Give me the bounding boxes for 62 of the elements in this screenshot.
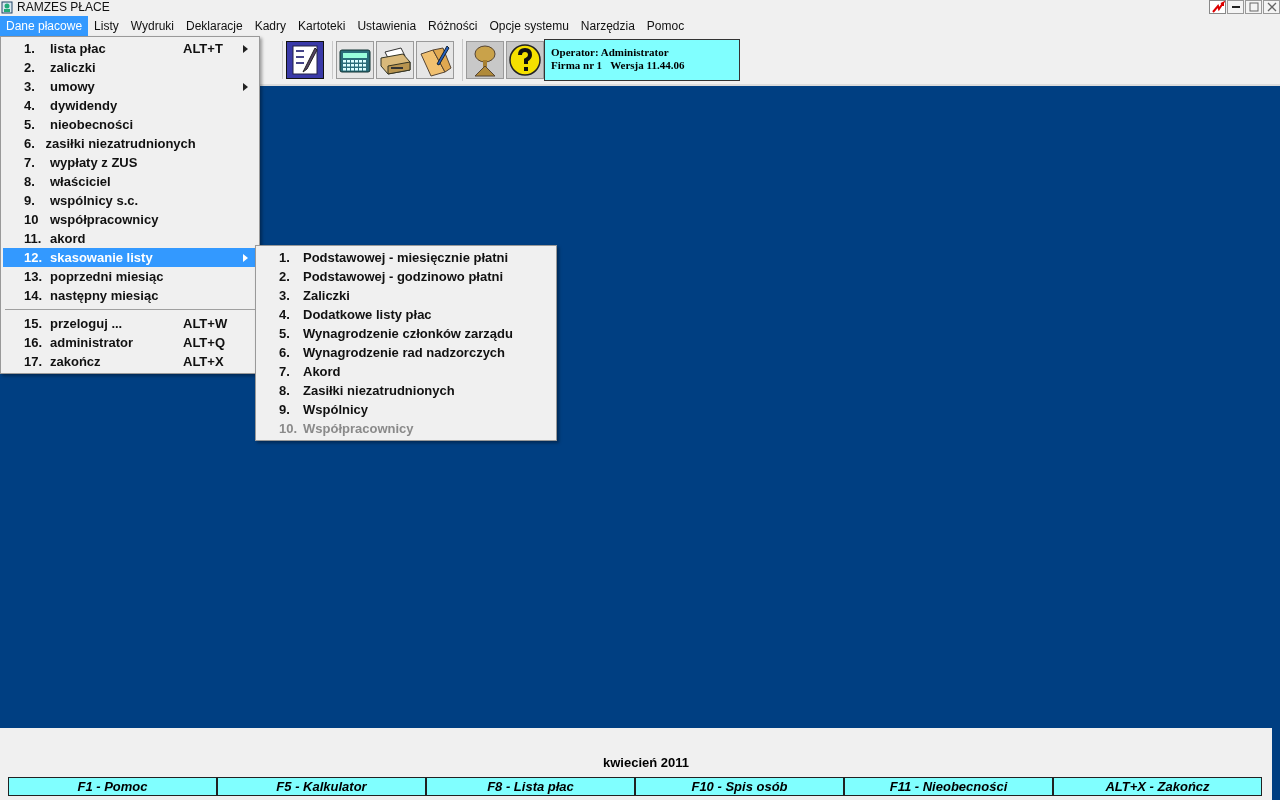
submenu-option[interactable]: 9. Wspólnicy (258, 400, 554, 419)
minimize-button[interactable] (1227, 0, 1244, 14)
toolbar-button[interactable] (336, 41, 374, 79)
menu-option[interactable]: 6. zasiłki niezatrudnionych (3, 134, 257, 153)
maximize-icon (1248, 2, 1259, 12)
lightning-icon (1210, 1, 1225, 13)
menu-item[interactable]: Deklaracje (180, 16, 249, 36)
function-key-button[interactable]: F10 - Spis osób (634, 778, 843, 795)
menu-item[interactable]: Pomoc (640, 16, 691, 36)
submenu-option[interactable]: 6. Wynagrodzenie rad nadzorczych (258, 343, 554, 362)
menu-item[interactable]: Wydruki (124, 16, 180, 36)
submenu-arrow-icon (243, 82, 248, 91)
menu-option[interactable]: 17. zakończ ALT+X (3, 352, 257, 371)
menu-option[interactable]: 14. następny miesiąc (3, 286, 257, 305)
info-text: Operator: Administrator (551, 46, 670, 59)
submenu-arrow-icon (243, 44, 248, 53)
function-key-button[interactable]: F8 - Lista płac (425, 778, 634, 795)
menu-option[interactable]: 1. lista płac ALT+T (3, 39, 257, 58)
menu-item[interactable]: Opcje systemu (483, 16, 575, 36)
menu-option[interactable]: 9. wspólnicy s.c. (3, 191, 257, 210)
menu-option[interactable]: 3. umowy (3, 77, 257, 96)
submenu-option[interactable]: 2. Podstawowej - godzinowo płatni (258, 267, 554, 286)
menu-item[interactable]: Kadry (248, 16, 293, 36)
toolbar-button[interactable] (506, 41, 544, 79)
menu-option[interactable]: 16. administrator ALT+Q (3, 333, 257, 352)
menu-option[interactable]: 8. właściciel (3, 172, 257, 191)
window-title: RAMZES PŁACE (17, 0, 110, 14)
function-key-button[interactable]: ALT+X - Zakończ (1052, 778, 1261, 795)
menu-item[interactable]: Kartoteki (292, 16, 352, 36)
menu-option[interactable]: 5. nieobecności (3, 115, 257, 134)
submenu-option[interactable]: 4. Dodatkowe listy płac (258, 305, 554, 324)
menu-option[interactable]: 15. przeloguj ... ALT+W (3, 314, 257, 333)
menu-option[interactable]: 7. wypłaty z ZUS (3, 153, 257, 172)
submenu-option[interactable]: 5. Wynagrodzenie członków zarządu (258, 324, 554, 343)
submenu-option[interactable]: 8. Zasiłki niezatrudnionych (258, 381, 554, 400)
toolbar-button[interactable] (376, 41, 414, 79)
menu-item[interactable]: Listy (88, 16, 125, 36)
close-button[interactable] (1263, 0, 1280, 14)
menu-item[interactable]: Ustawienia (351, 16, 423, 36)
menu-option[interactable]: 11. akord (3, 229, 257, 248)
menu-option[interactable]: 13. poprzedni miesiąc (3, 267, 257, 286)
app-icon (1, 0, 13, 14)
flash-button[interactable] (1209, 0, 1226, 14)
menu-item[interactable]: Narzędzia (574, 16, 641, 36)
function-key-button[interactable]: F1 - Pomoc (9, 778, 216, 795)
menu-option[interactable]: 10 współpracownicy (3, 210, 257, 229)
function-key-button[interactable]: F5 - Kalkulator (216, 778, 425, 795)
help-icon (507, 42, 543, 78)
info-text: Firma nr 1 Wersja 11.44.06 (551, 59, 686, 72)
menu-option[interactable]: 2. zaliczki (3, 58, 257, 77)
toolbar-button[interactable] (286, 41, 324, 79)
function-key-button[interactable]: F11 - Nieobecności (843, 778, 1052, 795)
period-label: kwiecień 2011 (602, 755, 689, 770)
menu-option[interactable]: 4. dywidendy (3, 96, 257, 115)
close-icon (1266, 2, 1277, 12)
toolbar-button[interactable] (416, 41, 454, 79)
submenu-option[interactable]: 3. Zaliczki (258, 286, 554, 305)
submenu-option[interactable]: 1. Podstawowej - miesięcznie płatni (258, 248, 554, 267)
minimize-icon (1231, 6, 1240, 8)
menu-item[interactable]: Różności (422, 16, 484, 36)
submenu-arrow-icon (243, 253, 248, 262)
submenu-option[interactable]: 7. Akord (258, 362, 554, 381)
